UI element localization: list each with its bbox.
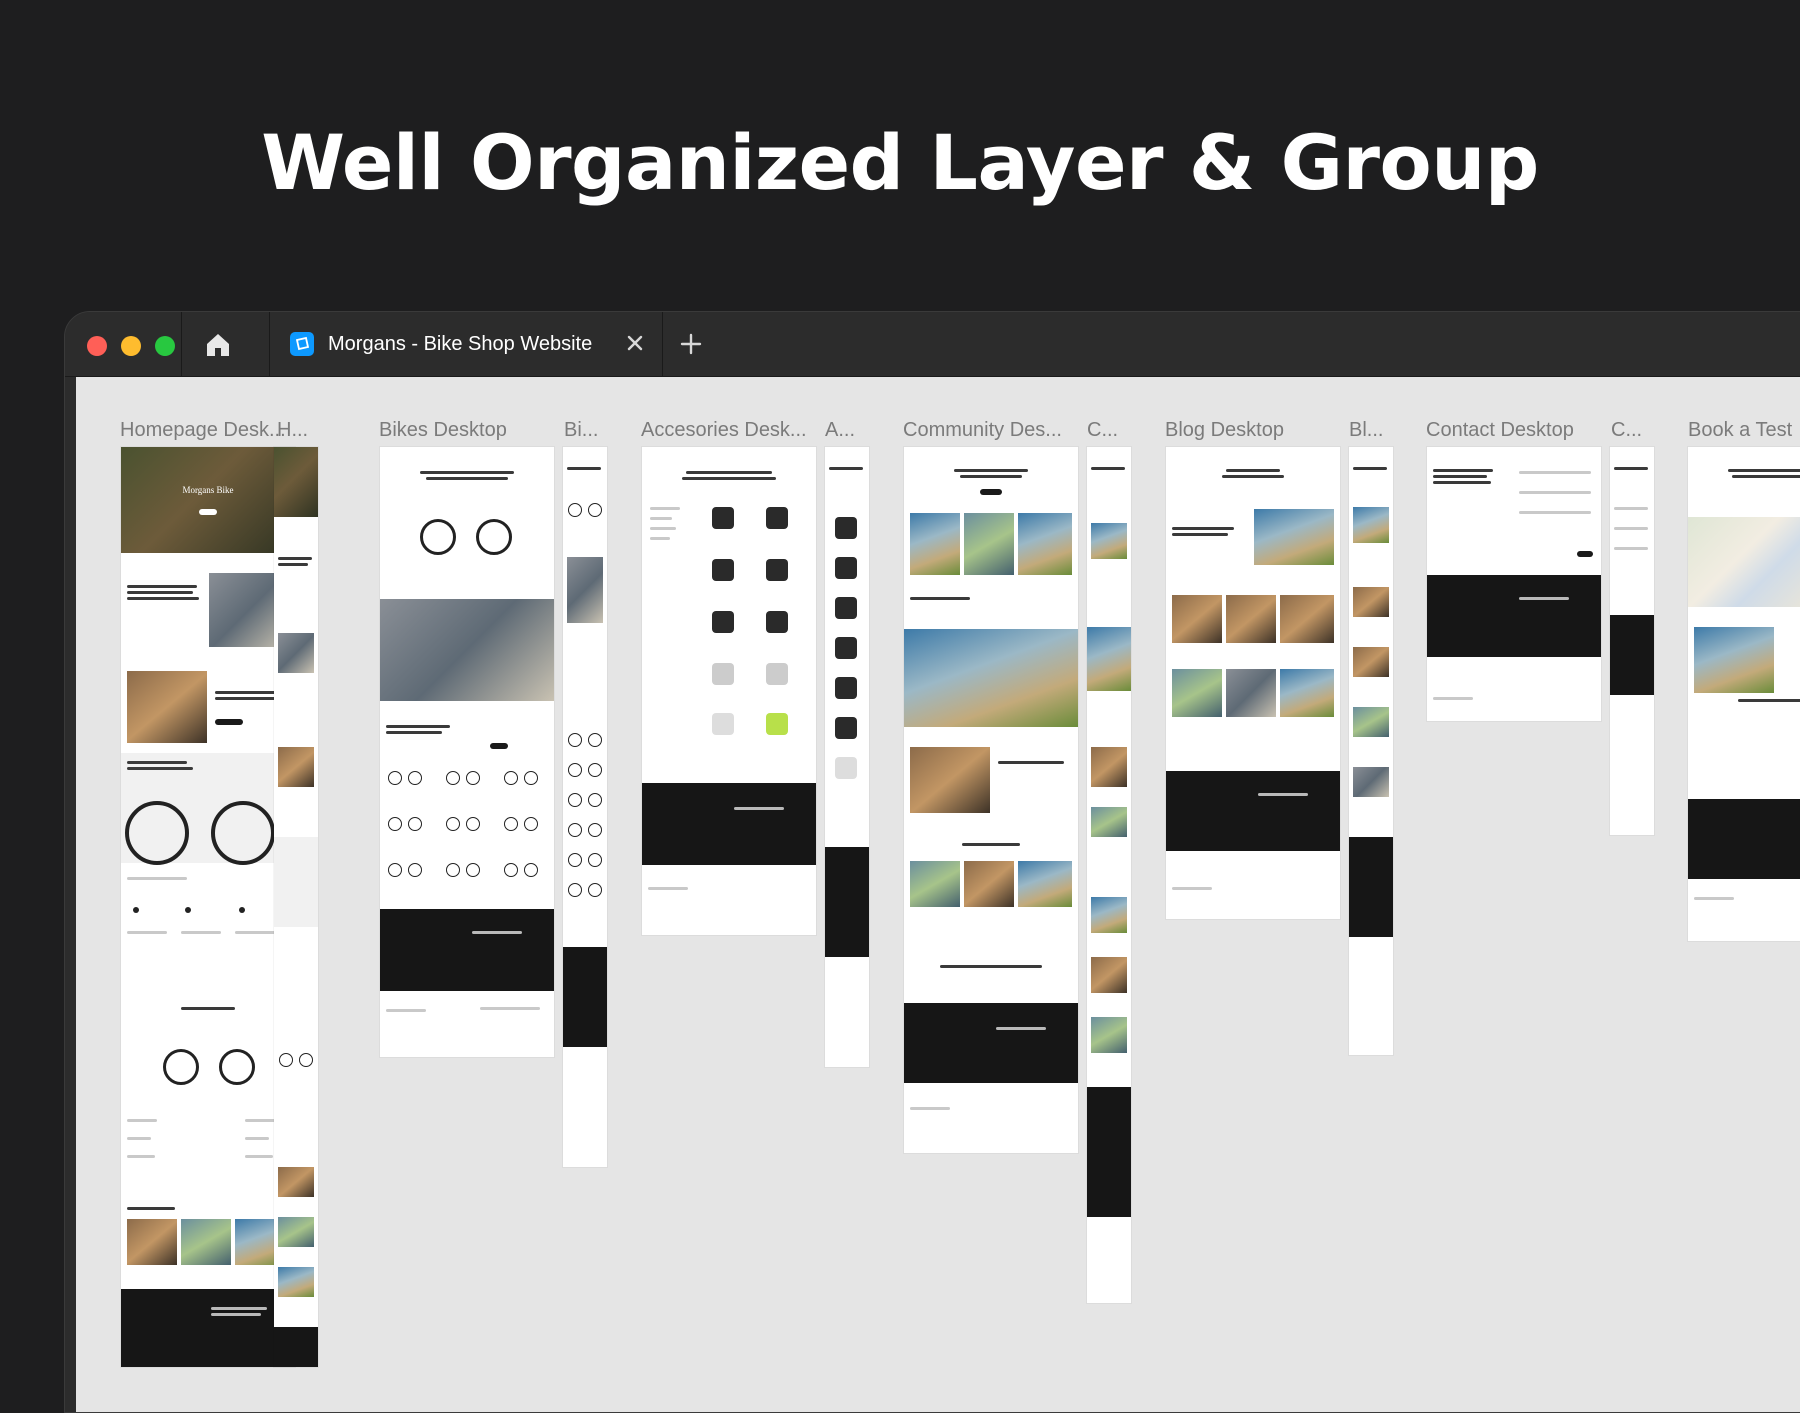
frame-label-accessories-desktop[interactable]: Accesories Desk... [641, 419, 819, 442]
app-window: Morgans - Bike Shop Website Homepage Des… [64, 311, 1800, 1413]
hero-title: Morgans Bike [182, 485, 234, 495]
frame-label-accessories-mobile[interactable]: A... [825, 419, 871, 442]
close-window-button[interactable] [87, 336, 107, 356]
design-canvas[interactable]: Homepage Desk... H... Bikes Desktop Bi..… [76, 377, 1800, 1412]
tab-morgans[interactable]: Morgans - Bike Shop Website [269, 312, 663, 376]
cyclist-image [127, 671, 207, 743]
bikes-hero-image [380, 599, 554, 701]
minimize-window-button[interactable] [121, 336, 141, 356]
frame-label-book-test[interactable]: Book a Test [1688, 419, 1800, 442]
hero-image [121, 447, 295, 553]
tab-title: Morgans - Bike Shop Website [328, 333, 593, 355]
plus-icon[interactable] [677, 330, 705, 358]
maximize-window-button[interactable] [155, 336, 175, 356]
frame-accessories-mobile[interactable] [825, 447, 869, 1067]
title-bar: Morgans - Bike Shop Website [65, 312, 1800, 377]
hero-button [199, 509, 217, 515]
frame-label-blog-mobile[interactable]: Bl... [1349, 419, 1395, 442]
frame-homepage-desktop[interactable]: Morgans Bike [121, 447, 295, 1367]
home-icon[interactable] [203, 330, 233, 360]
frame-contact-desktop[interactable] [1427, 447, 1601, 721]
frame-label-bikes-mobile[interactable]: Bi... [564, 419, 610, 442]
frame-accessories-desktop[interactable] [642, 447, 816, 935]
frame-homepage-mobile[interactable] [274, 447, 318, 1367]
cta-banner [121, 1289, 295, 1367]
figma-file-icon [290, 332, 314, 356]
frame-blog-desktop[interactable] [1166, 447, 1340, 919]
frame-label-community-desktop[interactable]: Community Des... [903, 419, 1073, 442]
frame-contact-mobile[interactable] [1610, 447, 1654, 835]
frame-label-contact-mobile[interactable]: C... [1611, 419, 1657, 442]
frame-label-homepage-desktop[interactable]: Homepage Desk... [120, 419, 290, 442]
divider [181, 312, 182, 376]
frame-community-desktop[interactable] [904, 447, 1078, 1153]
bike-illustration [125, 789, 275, 865]
frame-community-mobile[interactable] [1087, 447, 1131, 1303]
close-icon[interactable] [622, 330, 648, 356]
frame-label-homepage-mobile[interactable]: H... [277, 419, 323, 442]
bike-product [163, 1037, 255, 1085]
frame-bikes-mobile[interactable] [563, 447, 607, 1167]
frame-label-blog-desktop[interactable]: Blog Desktop [1165, 419, 1335, 442]
frame-blog-mobile[interactable] [1349, 447, 1393, 1055]
frame-book-test[interactable] [1688, 447, 1800, 941]
frame-label-contact-desktop[interactable]: Contact Desktop [1426, 419, 1596, 442]
frame-label-community-mobile[interactable]: C... [1087, 419, 1133, 442]
headline: Well Organized Layer & Group [261, 118, 1539, 207]
map-image [1688, 517, 1800, 607]
frame-label-bikes-desktop[interactable]: Bikes Desktop [379, 419, 549, 442]
frame-bikes-desktop[interactable] [380, 447, 554, 1057]
